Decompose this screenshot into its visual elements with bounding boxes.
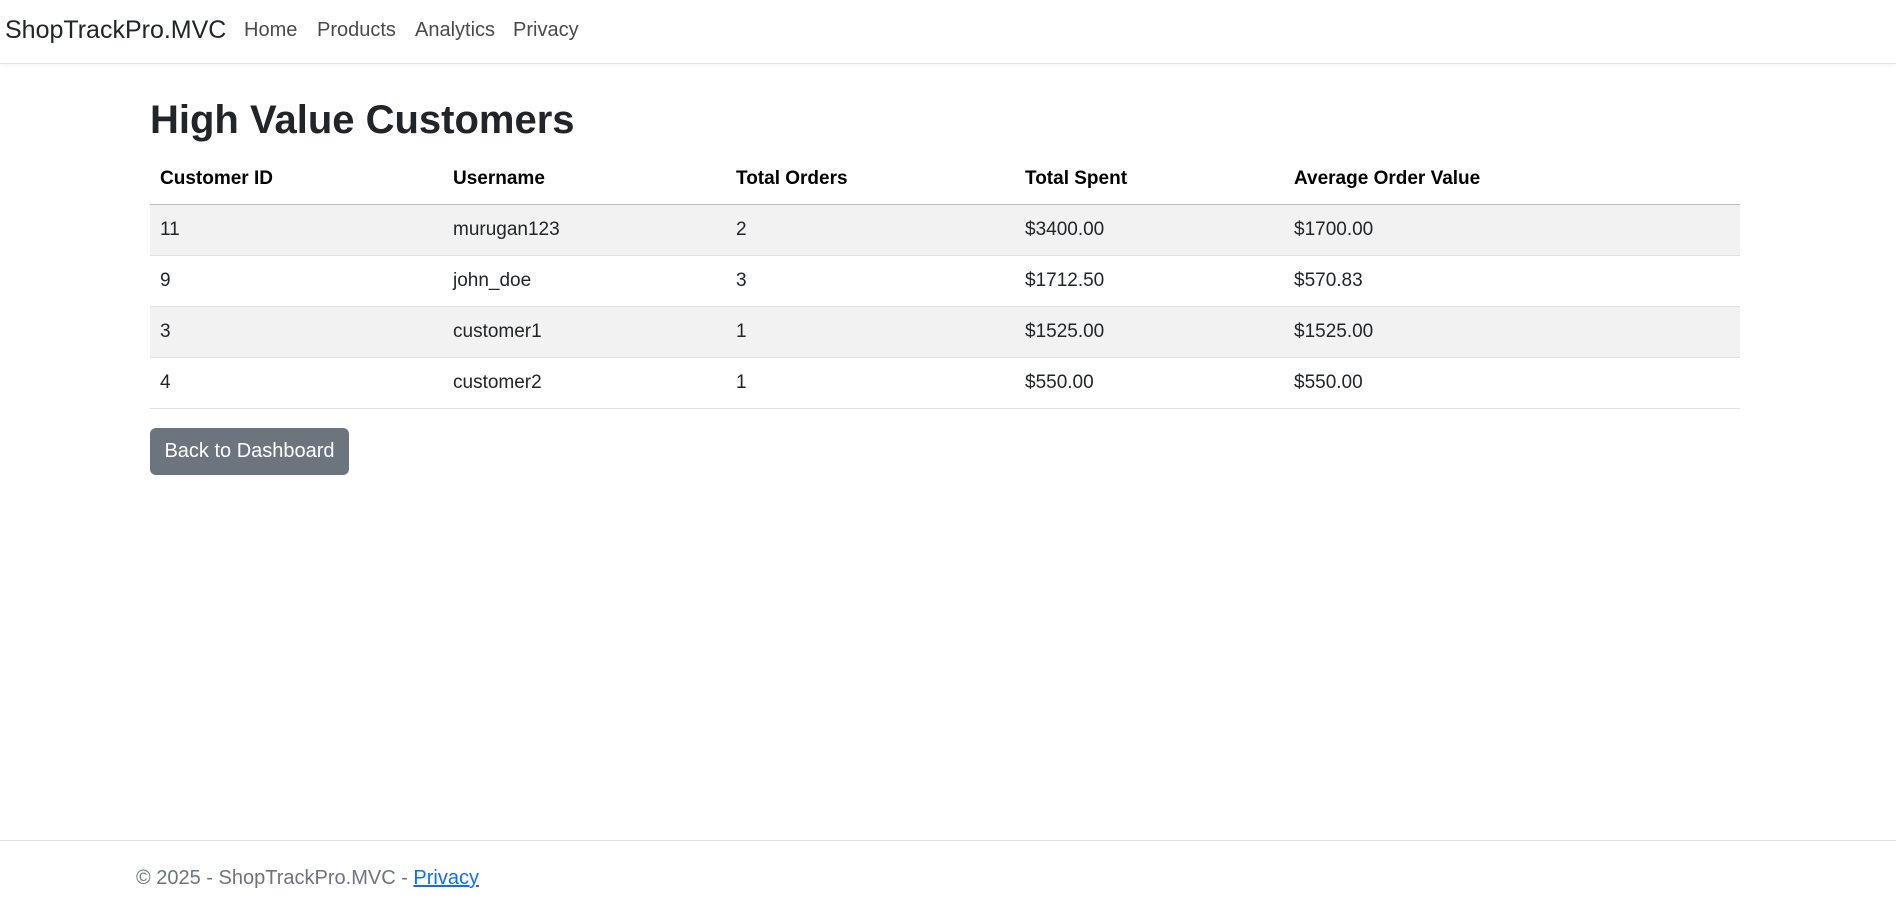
cell-total-orders: 2 [726,204,1015,256]
cell-average-order-value: $1525.00 [1284,306,1740,358]
cell-total-orders: 1 [726,306,1015,358]
cell-customer-id: 11 [150,204,443,256]
cell-customer-id: 9 [150,255,443,307]
column-header-average-order-value[interactable]: Average Order Value [1284,154,1740,205]
footer-privacy-link[interactable]: Privacy [413,867,479,889]
cell-username: john_doe [443,255,726,307]
brand-link[interactable]: ShopTrackPro.MVC [5,16,226,45]
page-footer: © 2025 - ShopTrackPro.MVC - Privacy [0,840,1896,911]
cell-total-spent: $1525.00 [1015,306,1284,358]
top-navbar: ShopTrackPro.MVC Home Products Analytics… [0,0,1896,64]
column-header-total-spent[interactable]: Total Spent [1015,154,1284,205]
cell-customer-id: 3 [150,306,443,358]
footer-copyright: © 2025 - ShopTrackPro.MVC - [136,867,414,889]
table-row: 3 customer1 1 $1525.00 $1525.00 [150,306,1740,358]
column-header-total-orders[interactable]: Total Orders [726,154,1015,205]
table-header-row: Customer ID Username Total Orders Total … [150,154,1740,205]
cell-total-orders: 3 [726,255,1015,307]
nav-link-analytics[interactable]: Analytics [415,19,495,42]
table-row: 11 murugan123 2 $3400.00 $1700.00 [150,204,1740,256]
table-row: 4 customer2 1 $550.00 $550.00 [150,357,1740,409]
cell-username: murugan123 [443,204,726,256]
cell-average-order-value: $570.83 [1284,255,1740,307]
nav-link-home[interactable]: Home [244,19,297,42]
footer-text: © 2025 - ShopTrackPro.MVC - Privacy [136,867,479,890]
cell-customer-id: 4 [150,357,443,409]
nav-link-privacy[interactable]: Privacy [513,19,579,42]
main-content: High Value Customers Customer ID Usernam… [150,96,1740,475]
page-title: High Value Customers [150,98,575,142]
table-row: 9 john_doe 3 $1712.50 $570.83 [150,255,1740,307]
cell-username: customer1 [443,306,726,358]
cell-total-spent: $3400.00 [1015,204,1284,256]
cell-username: customer2 [443,357,726,409]
cell-total-spent: $550.00 [1015,357,1284,409]
customers-table: Customer ID Username Total Orders Total … [150,154,1740,409]
column-header-customer-id[interactable]: Customer ID [150,154,443,205]
back-to-dashboard-button[interactable]: Back to Dashboard [150,428,349,475]
nav-link-products[interactable]: Products [317,19,396,42]
cell-average-order-value: $1700.00 [1284,204,1740,256]
cell-average-order-value: $550.00 [1284,357,1740,409]
cell-total-spent: $1712.50 [1015,255,1284,307]
cell-total-orders: 1 [726,357,1015,409]
column-header-username[interactable]: Username [443,154,726,205]
